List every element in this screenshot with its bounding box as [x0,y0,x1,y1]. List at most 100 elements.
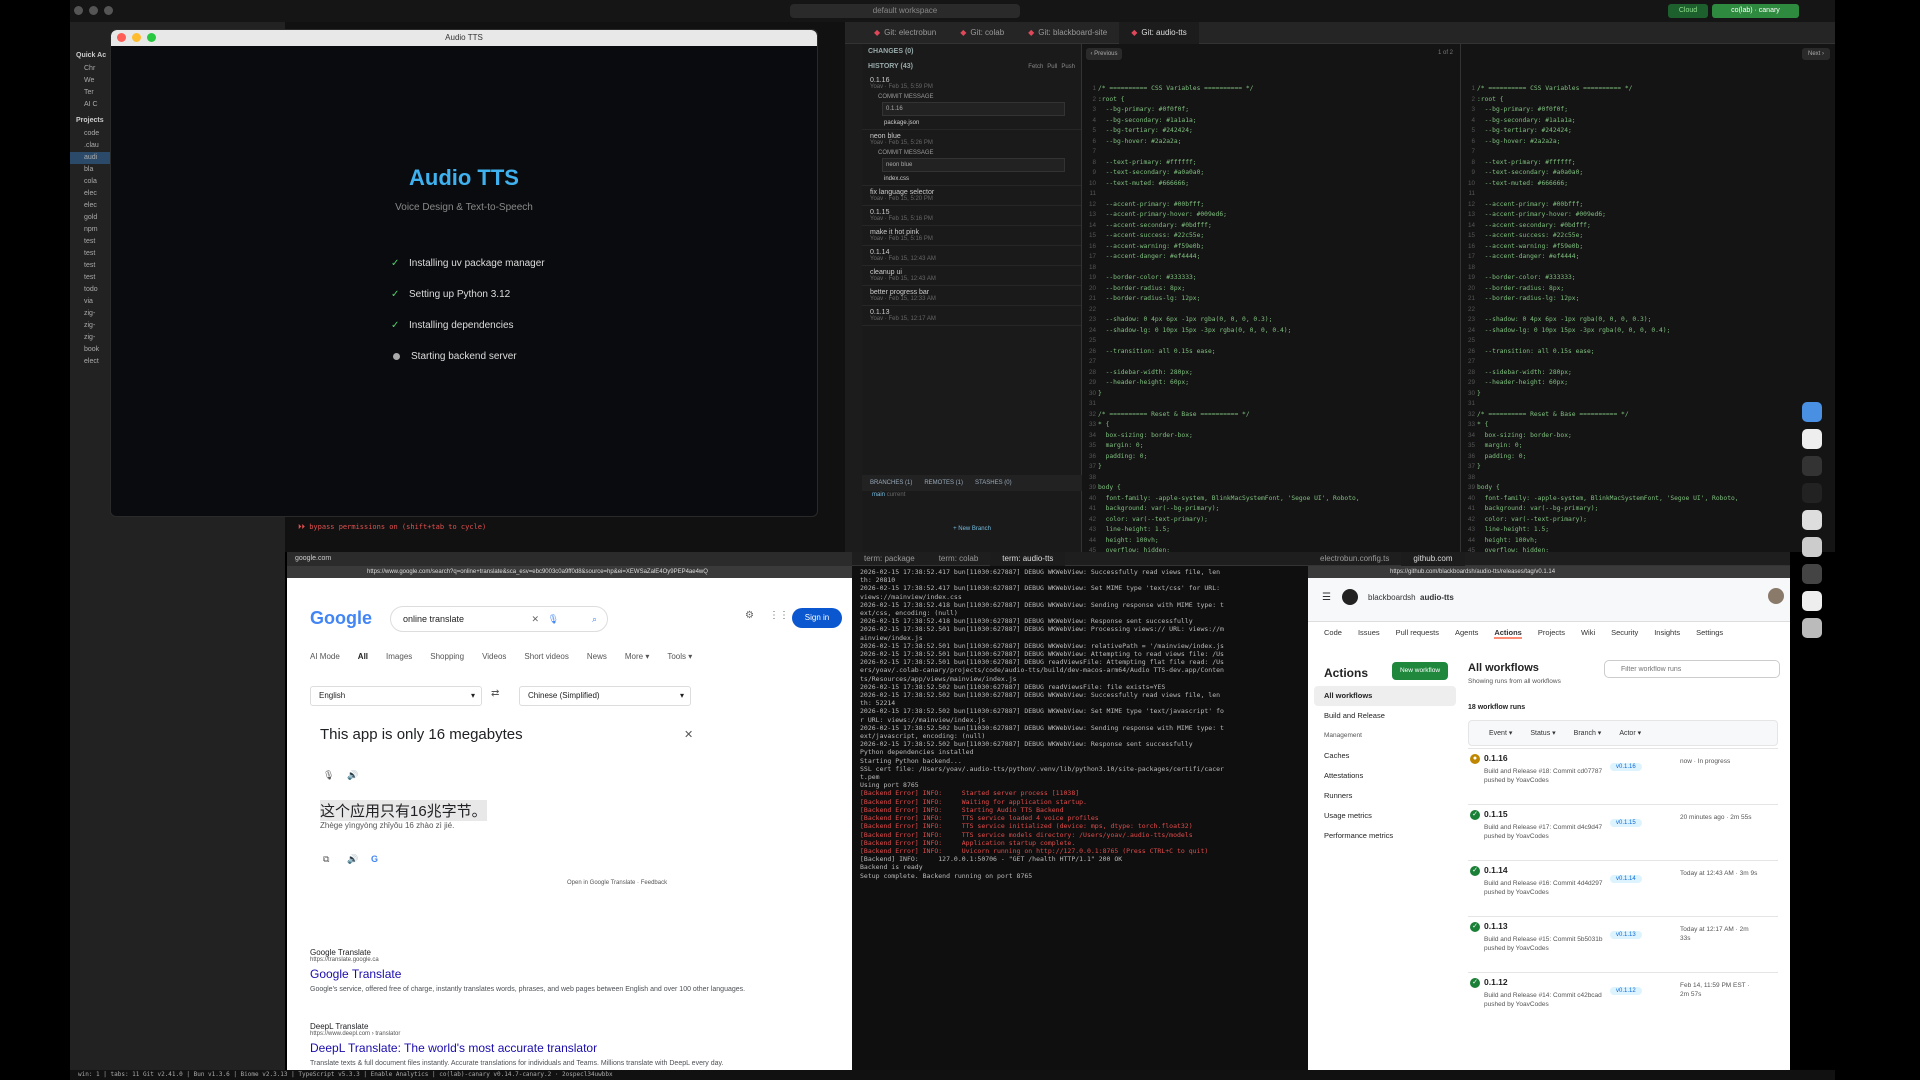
branch-item[interactable]: main current [862,492,1082,498]
branch-badge[interactable]: co(lab) · canary [1712,4,1799,18]
run-title[interactable]: 0.1.12 [1484,977,1508,987]
changed-file[interactable]: package.json [884,120,1073,126]
workflow-sidebar-item[interactable]: Build and Release [1314,706,1456,726]
tab-stashes[interactable]: STASHES (0) [975,475,1012,491]
search-tab[interactable]: Tools ▾ [667,652,692,661]
feedback-link[interactable]: Feedback [641,880,667,886]
close-icon[interactable] [117,33,126,42]
workflow-sidebar-item[interactable]: All workflows [1314,686,1456,706]
mic-icon[interactable]: 🎙 [548,607,559,631]
run-tag[interactable]: v0.1.15 [1610,819,1642,827]
settings-icon[interactable]: ⚙ [745,610,754,621]
tab-terminal[interactable]: term: package [852,552,927,566]
terminal-icon[interactable] [1802,483,1822,503]
sign-in-button[interactable]: Sign in [792,608,842,628]
diff-right-pane[interactable]: 1 2 3 4 5 6 7 8 9 10 11 12 13 14 15 16 1… [1460,44,1832,552]
run-tag[interactable]: v0.1.12 [1610,987,1642,995]
tab-branches[interactable]: BRANCHES (1) [870,475,912,491]
repo-nav-item[interactable]: Security [1611,628,1638,639]
repo-nav-item[interactable]: Pull requests [1396,628,1439,639]
minimize-icon[interactable] [132,33,141,42]
avatar[interactable] [1768,588,1784,604]
diff-left-pane[interactable]: 1 2 3 4 5 6 7 8 9 10 11 12 13 14 15 16 1… [1082,44,1454,552]
history-item[interactable]: neon blue Yoav · Feb 15, 5:26 PM COMMIT ME… [862,130,1081,186]
address-bar[interactable]: https://www.google.com/search?q=online+t… [287,566,852,578]
search-tab[interactable]: Videos [482,652,506,661]
repo-nav-item[interactable]: Wiki [1581,628,1595,639]
tab-git[interactable]: ◆ Git: colab [948,22,1016,44]
history-item[interactable]: 0.1.14 Yoav · Feb 15, 12:43 AM [862,246,1081,266]
filter-dropdown[interactable]: Actor ▾ [1619,729,1641,737]
run-title[interactable]: 0.1.14 [1484,865,1508,875]
search-tab[interactable]: More ▾ [625,652,649,661]
window-controls[interactable] [74,6,113,15]
mic-icon[interactable]: 🎙 [323,770,334,781]
zoom-icon[interactable] [147,33,156,42]
search-tab[interactable]: Shopping [430,652,464,661]
window-titlebar[interactable]: Audio TTS [111,30,817,46]
workflow-sidebar-item[interactable]: Usage metrics [1314,806,1456,826]
trash-icon[interactable] [1802,618,1822,638]
tab-git[interactable]: ◆ Git: blackboard-site [1016,22,1119,44]
app-icon[interactable] [1802,537,1822,557]
workspace-selector[interactable]: default workspace [790,4,1020,18]
run-tag[interactable]: v0.1.16 [1610,763,1642,771]
repo-nav-item[interactable]: Projects [1538,628,1565,639]
commit-message-box[interactable]: 0.1.16 [882,102,1065,116]
open-in-translate-link[interactable]: Open in Google Translate · Feedback [567,880,667,886]
document-icon[interactable] [1802,591,1822,611]
workflow-run[interactable]: ● 0.1.16 Build and Release #18: Commit cd0… [1468,748,1778,804]
repo-nav-item[interactable]: Settings [1696,628,1723,639]
workflow-run[interactable]: ✓ 0.1.12 Build and Release #14: Commit c42… [1468,972,1778,1028]
search-tab[interactable]: Short videos [524,652,568,661]
source-text[interactable]: This app is only 16 megabytes [320,726,523,743]
result-url[interactable]: https://translate.google.ca [310,957,830,963]
tab-remotes[interactable]: REMOTES (1) [924,475,963,491]
history-item[interactable]: 0.1.16 Yoav · Feb 15, 5:59 PM COMMIT MESSA… [862,74,1081,130]
run-title[interactable]: 0.1.16 [1484,753,1508,763]
run-title[interactable]: 0.1.13 [1484,921,1508,931]
result-url[interactable]: https://www.deepl.com › translator [310,1031,830,1037]
tab-git[interactable]: ◆ Git: audio-tts [1119,22,1199,44]
app-icon[interactable] [1802,456,1822,476]
tab-browser[interactable]: github.com [1401,552,1465,566]
repo-nav-item[interactable]: Actions [1494,628,1522,639]
result-title[interactable]: Google Translate [310,967,830,981]
run-title[interactable]: 0.1.15 [1484,809,1508,819]
google-logo[interactable]: Google [310,608,372,629]
workflow-sidebar-item[interactable]: Runners [1314,786,1456,806]
source-language-select[interactable]: English ▾ [310,686,482,706]
repo-nav-item[interactable]: Agents [1455,628,1478,639]
filter-dropdown[interactable]: Status ▾ [1530,729,1555,737]
search-tab[interactable]: AI Mode [310,652,340,661]
result-site-name[interactable]: Google Translate [310,948,830,957]
workflow-sidebar-item[interactable]: Performance metrics [1314,826,1456,846]
repo-nav-item[interactable]: Issues [1358,628,1380,639]
result-site-name[interactable]: DeepL Translate [310,1022,830,1031]
google-g-icon[interactable]: G [371,854,378,864]
repo-nav-item[interactable]: Insights [1654,628,1680,639]
workflow-run[interactable]: ✓ 0.1.13 Build and Release #15: Commit 5b5… [1468,916,1778,972]
tab-git[interactable]: ◆ Git: electrobun [862,22,948,44]
result-title[interactable]: DeepL Translate: The world's most accura… [310,1041,830,1055]
speaker-icon[interactable]: 🔊 [347,770,358,781]
traffic-lights[interactable] [117,33,156,42]
target-language-select[interactable]: Chinese (Simplified) ▾ [519,686,691,706]
workflow-run[interactable]: ✓ 0.1.14 Build and Release #16: Commit 4d4… [1468,860,1778,916]
filter-dropdown[interactable]: Branch ▾ [1574,729,1602,737]
commit-message-box[interactable]: neon blue [882,158,1065,172]
apps-icon[interactable]: ⋮⋮ [769,610,789,621]
repo-owner[interactable]: blackboardsh [1368,593,1416,602]
swap-icon[interactable]: ⇄ [491,688,499,699]
repo-name[interactable]: audio-tts [1420,593,1454,602]
run-tag[interactable]: v0.1.14 [1610,875,1642,883]
speaker-icon[interactable]: 🔊 [347,854,358,865]
push-button[interactable]: Push [1061,64,1075,70]
cloud-badge[interactable]: Cloud [1668,4,1708,18]
run-tag[interactable]: v0.1.13 [1610,931,1642,939]
close-icon[interactable]: ✕ [684,728,693,741]
workflow-sidebar-item[interactable]: Attestations [1314,766,1456,786]
new-workflow-button[interactable]: New workflow [1392,662,1448,680]
pen-icon[interactable] [1802,429,1822,449]
changed-file[interactable]: index.css [884,176,1073,182]
